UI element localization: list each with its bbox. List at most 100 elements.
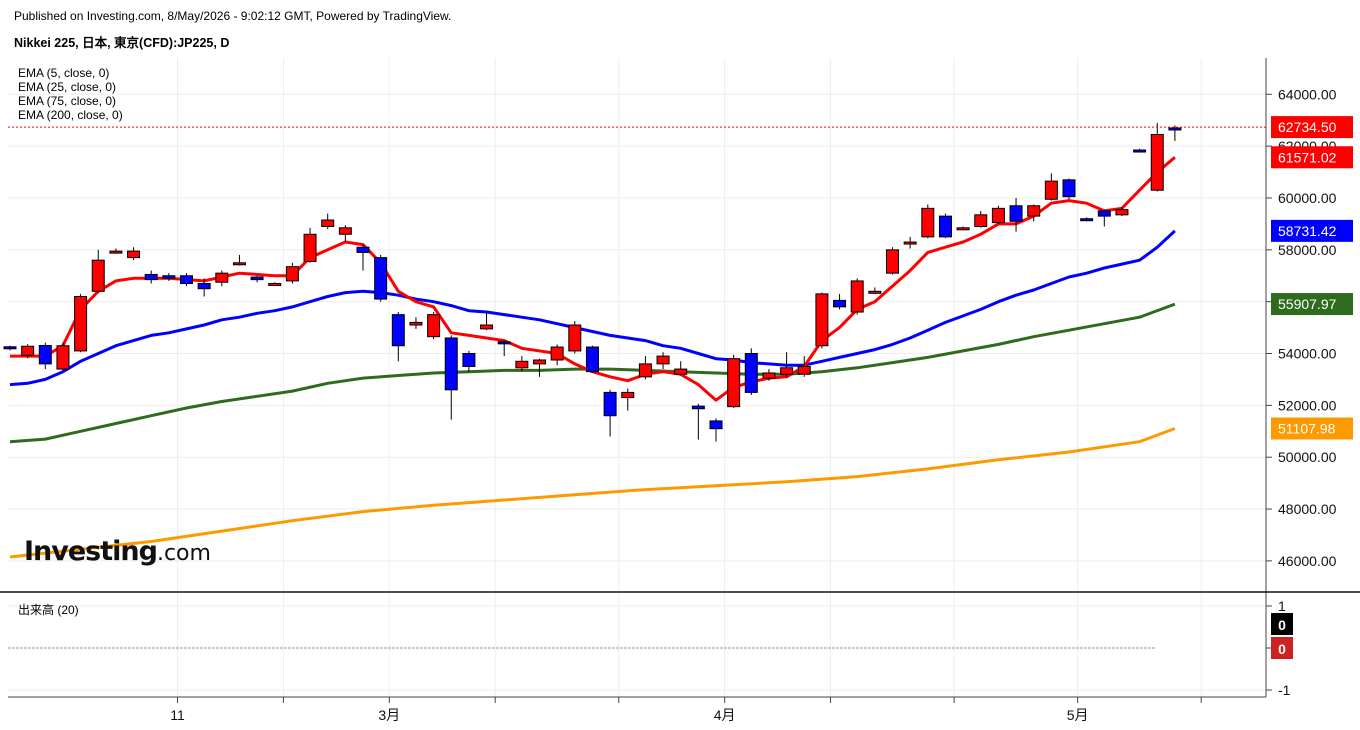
candle[interactable]	[1044, 173, 1058, 201]
candle[interactable]	[938, 213, 952, 239]
candle-body	[550, 346, 564, 361]
candle[interactable]	[356, 244, 370, 271]
time-tick-label: 5月	[1067, 707, 1089, 723]
candle[interactable]	[621, 388, 635, 411]
candle[interactable]	[568, 321, 582, 354]
candle[interactable]	[1009, 197, 1023, 232]
candle[interactable]	[744, 348, 758, 395]
candle[interactable]	[974, 210, 988, 228]
candle-body	[409, 321, 423, 326]
candle[interactable]	[1133, 148, 1147, 153]
candle-body	[462, 353, 476, 367]
candle[interactable]	[674, 361, 688, 376]
candle-body	[374, 257, 388, 300]
ema5-legend: EMA (5, close, 0)	[18, 66, 110, 80]
candle[interactable]	[444, 335, 458, 420]
candle[interactable]	[374, 255, 388, 302]
candle[interactable]	[727, 354, 741, 408]
candle[interactable]	[850, 278, 864, 315]
candles[interactable]	[3, 122, 1182, 442]
candle[interactable]	[903, 236, 917, 249]
candle-body	[638, 363, 652, 378]
ema75-legend: EMA (75, close, 0)	[18, 94, 117, 108]
candle-body	[921, 207, 935, 238]
candle[interactable]	[38, 342, 52, 370]
candle[interactable]	[56, 342, 70, 371]
candle[interactable]	[180, 273, 193, 287]
candle[interactable]	[303, 227, 317, 263]
candle[interactable]	[533, 358, 546, 377]
candle-body	[1009, 205, 1023, 222]
price-tag: 55907.97	[1271, 293, 1353, 316]
candle[interactable]	[1097, 209, 1111, 227]
candle[interactable]	[144, 270, 158, 284]
candle[interactable]	[3, 345, 17, 351]
candle-body	[127, 250, 141, 259]
candle[interactable]	[956, 226, 970, 231]
candle[interactable]	[603, 389, 617, 437]
candle[interactable]	[815, 292, 829, 349]
candle[interactable]	[232, 255, 246, 266]
candle[interactable]	[127, 247, 141, 261]
candle-body	[938, 215, 952, 238]
candle-body	[603, 391, 617, 417]
candle[interactable]	[74, 293, 88, 353]
candle[interactable]	[1150, 122, 1164, 192]
candle[interactable]	[656, 352, 670, 370]
candle[interactable]	[1168, 125, 1182, 141]
logo-main-text: Investing	[24, 536, 158, 567]
candle[interactable]	[991, 205, 1005, 224]
candle-body	[815, 293, 829, 347]
candle[interactable]	[1062, 178, 1076, 200]
price-tick-label: 54000.00	[1278, 346, 1337, 362]
candle-body	[1133, 149, 1147, 153]
volume-pane[interactable]: 1 -1 0 0	[8, 598, 1293, 698]
candle[interactable]	[638, 356, 652, 380]
candle[interactable]	[886, 247, 899, 275]
candle-body	[74, 295, 88, 352]
candle[interactable]	[321, 213, 335, 230]
candle[interactable]	[585, 345, 599, 373]
candle-body	[109, 250, 123, 254]
candle[interactable]	[833, 293, 847, 310]
candle[interactable]	[91, 249, 105, 293]
price-tag: 58731.42	[1271, 219, 1353, 242]
candle-body	[144, 273, 158, 281]
volume-tick-label: -1	[1278, 682, 1291, 698]
candle-body	[744, 353, 758, 393]
candle[interactable]	[109, 248, 123, 254]
price-tick-label: 46000.00	[1278, 553, 1337, 569]
volume-tag-label: 0	[1278, 641, 1286, 657]
candle[interactable]	[550, 344, 564, 366]
candle[interactable]	[285, 262, 299, 284]
candle-body	[762, 372, 776, 379]
time-axis[interactable]: 11 3月 4月 5月	[170, 697, 1202, 723]
price-tick-label: 50000.00	[1278, 449, 1337, 465]
candle-body	[180, 275, 193, 285]
candle-body	[1027, 205, 1041, 217]
candle[interactable]	[268, 282, 282, 287]
candle-body	[444, 337, 458, 391]
price-tick-label: 58000.00	[1278, 242, 1337, 258]
candle[interactable]	[691, 403, 705, 440]
price-tag-label: 58731.42	[1278, 223, 1337, 239]
candle[interactable]	[215, 270, 229, 287]
candle[interactable]	[921, 204, 935, 239]
candle[interactable]	[462, 350, 476, 372]
price-tick-label: 60000.00	[1278, 190, 1337, 206]
candle[interactable]	[709, 418, 723, 442]
candle[interactable]	[480, 312, 494, 331]
volume-tag-label: 0	[1278, 617, 1286, 633]
candlestick-chart[interactable]: 46000.00 48000.00 50000.00 52000.00 54000.00…	[0, 0, 1360, 730]
investing-logo: Investing.com	[24, 536, 211, 567]
candle-body	[850, 280, 864, 313]
candle[interactable]	[1080, 217, 1094, 222]
candle[interactable]	[250, 275, 264, 283]
candle[interactable]	[409, 317, 423, 329]
candle[interactable]	[868, 287, 882, 294]
candle-body	[974, 214, 988, 227]
candle[interactable]	[427, 312, 441, 340]
candle[interactable]	[338, 225, 352, 243]
candle-body	[515, 360, 529, 369]
candle-body	[3, 346, 17, 350]
